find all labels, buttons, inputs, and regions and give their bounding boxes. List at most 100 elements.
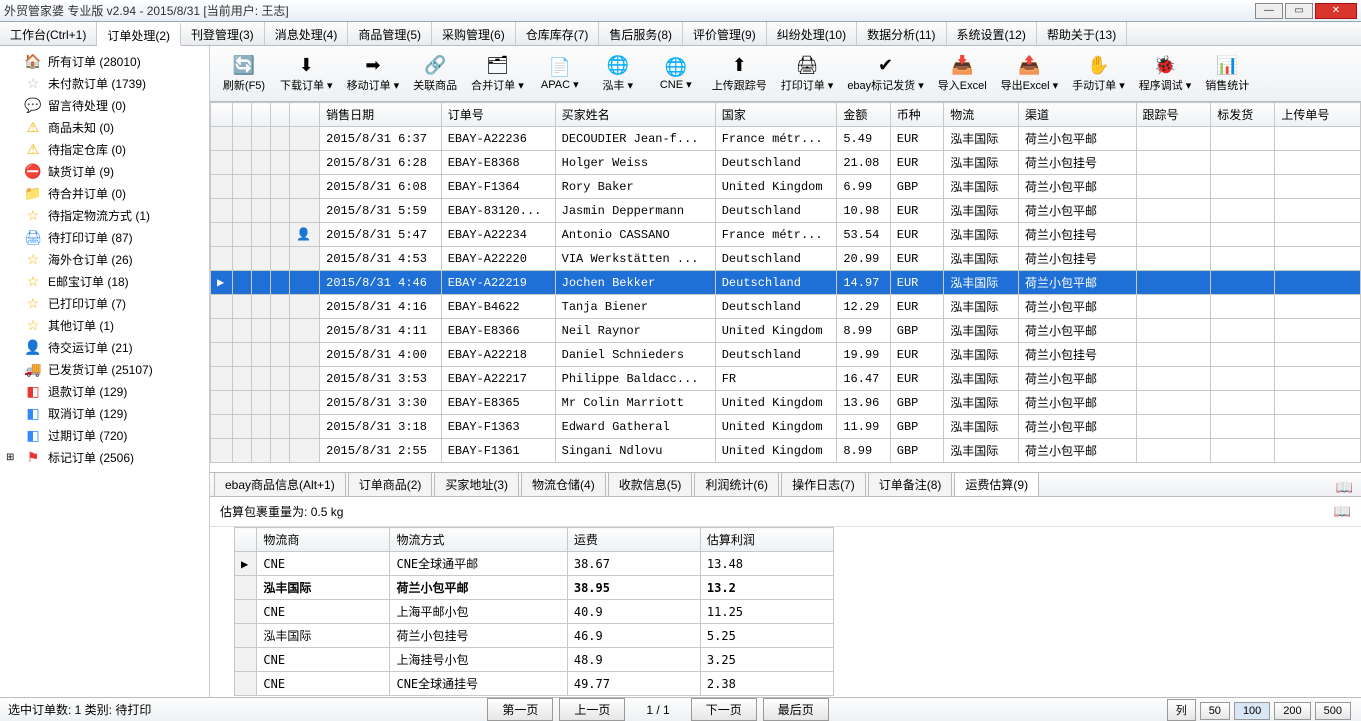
toolbar-button[interactable]: 🌐泓丰 ▾ — [590, 48, 646, 99]
ship-row[interactable]: CNE上海平邮小包40.911.25 — [235, 600, 834, 624]
toolbar-button[interactable]: 🐞程序调试 ▾ — [1133, 48, 1198, 99]
column-header[interactable]: 国家 — [715, 103, 837, 127]
detail-tab[interactable]: 订单商品(2) — [348, 472, 433, 496]
sidebar-item[interactable]: ☆已打印订单 (7) — [0, 292, 209, 314]
main-tab[interactable]: 商品管理(5) — [348, 22, 432, 45]
toolbar-button[interactable]: 🔄刷新(F5) — [216, 48, 272, 99]
order-row[interactable]: 2015/8/31 4:11EBAY-E8366Neil RaynorUnite… — [211, 319, 1361, 343]
column-header[interactable] — [251, 103, 270, 127]
ship-column-header[interactable]: 估算利润 — [700, 528, 833, 552]
book-icon[interactable]: 📖 — [1334, 503, 1351, 520]
order-row[interactable]: 2015/8/31 4:00EBAY-A22218Daniel Schniede… — [211, 343, 1361, 367]
sidebar-item[interactable]: 🏠所有订单 (28010) — [0, 50, 209, 72]
order-row[interactable]: 2015/8/31 3:30EBAY-E8365Mr Colin Marriot… — [211, 391, 1361, 415]
order-row[interactable]: 2015/8/31 3:18EBAY-F1363Edward GatheralU… — [211, 415, 1361, 439]
column-header[interactable]: 跟踪号 — [1136, 103, 1211, 127]
shipping-estimate-grid[interactable]: 物流商物流方式运费估算利润▶CNECNE全球通平邮38.6713.48泓丰国际荷… — [234, 527, 834, 696]
page-size-button[interactable]: 50 — [1200, 702, 1230, 720]
ship-column-header[interactable] — [235, 528, 257, 552]
column-header[interactable]: 金额 — [837, 103, 890, 127]
sidebar-item[interactable]: 🚚已发货订单 (25107) — [0, 358, 209, 380]
column-header[interactable]: 渠道 — [1018, 103, 1136, 127]
ship-column-header[interactable]: 物流方式 — [390, 528, 567, 552]
toolbar-button[interactable]: 🗂合并订单 ▾ — [465, 48, 530, 99]
ship-row[interactable]: ▶CNECNE全球通平邮38.6713.48 — [235, 552, 834, 576]
book-icon[interactable]: 📖 — [1336, 479, 1353, 496]
ship-row[interactable]: CNECNE全球通挂号49.772.38 — [235, 672, 834, 696]
detail-tab[interactable]: ebay商品信息(Alt+1) — [214, 472, 346, 496]
toolbar-button[interactable]: ⬇下载订单 ▾ — [274, 48, 339, 99]
maximize-button[interactable]: ▭ — [1285, 3, 1313, 19]
main-tab[interactable]: 刊登管理(3) — [181, 22, 265, 45]
main-tab[interactable]: 工作台(Ctrl+1) — [0, 22, 97, 45]
toolbar-button[interactable]: 🖨打印订单 ▾ — [775, 48, 840, 99]
next-page-button[interactable]: 下一页 — [691, 698, 757, 721]
ship-row[interactable]: 泓丰国际荷兰小包挂号46.95.25 — [235, 624, 834, 648]
toolbar-button[interactable]: 🌐CNE ▾ — [648, 48, 704, 99]
ship-column-header[interactable]: 物流商 — [257, 528, 390, 552]
detail-tab[interactable]: 运费估算(9) — [954, 472, 1039, 496]
sidebar-item[interactable]: ◧退款订单 (129) — [0, 380, 209, 402]
sidebar-item[interactable]: ⛔缺货订单 (9) — [0, 160, 209, 182]
column-header[interactable] — [290, 103, 320, 127]
main-tab[interactable]: 仓库库存(7) — [516, 22, 600, 45]
column-header[interactable] — [271, 103, 290, 127]
toolbar-button[interactable]: ✔ebay标记发货 ▾ — [841, 48, 929, 99]
sidebar-item[interactable]: ☆海外仓订单 (26) — [0, 248, 209, 270]
sidebar-item[interactable]: ⚠商品未知 (0) — [0, 116, 209, 138]
toolbar-button[interactable]: ➡移动订单 ▾ — [341, 48, 406, 99]
column-header[interactable]: 币种 — [890, 103, 943, 127]
main-tab[interactable]: 订单处理(2) — [97, 23, 181, 46]
detail-tab[interactable]: 订单备注(8) — [868, 472, 953, 496]
main-tab[interactable]: 售后服务(8) — [599, 22, 683, 45]
main-tab[interactable]: 系统设置(12) — [947, 22, 1037, 45]
column-header[interactable]: 标发货 — [1211, 103, 1275, 127]
ship-row[interactable]: 泓丰国际荷兰小包平邮38.9513.2 — [235, 576, 834, 600]
order-row[interactable]: 2015/8/31 2:55EBAY-F1361Singani NdlovuUn… — [211, 439, 1361, 463]
sidebar-item[interactable]: ☆其他订单 (1) — [0, 314, 209, 336]
ship-column-header[interactable]: 运费 — [567, 528, 700, 552]
orders-grid[interactable]: 销售日期订单号买家姓名国家金额币种物流渠道跟踪号标发货上传单号2015/8/31… — [210, 102, 1361, 473]
toolbar-button[interactable]: 📊销售统计 — [1199, 48, 1255, 99]
sidebar-item[interactable]: ☆未付款订单 (1739) — [0, 72, 209, 94]
page-size-button[interactable]: 100 — [1234, 702, 1270, 720]
order-row[interactable]: 2015/8/31 4:53EBAY-A22220VIA Werkstätten… — [211, 247, 1361, 271]
order-row[interactable]: ▶2015/8/31 4:46EBAY-A22219Jochen BekkerD… — [211, 271, 1361, 295]
column-header[interactable]: 销售日期 — [320, 103, 442, 127]
order-row[interactable]: 2015/8/31 3:53EBAY-A22217Philippe Baldac… — [211, 367, 1361, 391]
order-row[interactable]: 2015/8/31 5:59EBAY-83120...Jasmin Depper… — [211, 199, 1361, 223]
page-size-button[interactable]: 200 — [1274, 702, 1310, 720]
ship-row[interactable]: CNE上海挂号小包48.93.25 — [235, 648, 834, 672]
sidebar-item[interactable]: 📁待合并订单 (0) — [0, 182, 209, 204]
order-row[interactable]: 2015/8/31 6:37EBAY-A22236DECOUDIER Jean-… — [211, 127, 1361, 151]
column-header[interactable]: 订单号 — [441, 103, 555, 127]
column-header[interactable]: 上传单号 — [1275, 103, 1361, 127]
page-size-button[interactable]: 500 — [1315, 702, 1351, 720]
close-button[interactable]: ✕ — [1315, 3, 1357, 19]
main-tab[interactable]: 数据分析(11) — [857, 22, 946, 45]
main-tab[interactable]: 采购管理(6) — [432, 22, 516, 45]
main-tab[interactable]: 帮助关于(13) — [1037, 22, 1127, 45]
order-row[interactable]: 2015/8/31 6:08EBAY-F1364Rory BakerUnited… — [211, 175, 1361, 199]
sidebar-item[interactable]: ☆E邮宝订单 (18) — [0, 270, 209, 292]
sidebar-item[interactable]: ◧过期订单 (720) — [0, 424, 209, 446]
minimize-button[interactable]: — — [1255, 3, 1283, 19]
sidebar-item[interactable]: ◧取消订单 (129) — [0, 402, 209, 424]
sidebar-item[interactable]: ⊞⚑标记订单 (2506) — [0, 446, 209, 468]
detail-tab[interactable]: 物流仓储(4) — [521, 472, 606, 496]
column-header[interactable]: 买家姓名 — [555, 103, 715, 127]
sidebar-item[interactable]: 💬留言待处理 (0) — [0, 94, 209, 116]
toolbar-button[interactable]: 📄APAC ▾ — [532, 48, 588, 99]
toolbar-button[interactable]: ⬆上传跟踪号 — [706, 48, 773, 99]
order-row[interactable]: 2015/8/31 4:16EBAY-B4622Tanja BienerDeut… — [211, 295, 1361, 319]
order-row[interactable]: 2015/8/31 6:28EBAY-E8368Holger WeissDeut… — [211, 151, 1361, 175]
column-header[interactable] — [232, 103, 251, 127]
column-header[interactable]: 物流 — [944, 103, 1019, 127]
sidebar-item[interactable]: 👤待交运订单 (21) — [0, 336, 209, 358]
detail-tab[interactable]: 利润统计(6) — [694, 472, 779, 496]
page-size-button[interactable]: 列 — [1167, 699, 1196, 721]
order-row[interactable]: 👤2015/8/31 5:47EBAY-A22234Antonio CASSAN… — [211, 223, 1361, 247]
detail-tab[interactable]: 收款信息(5) — [608, 472, 693, 496]
toolbar-button[interactable]: 📤导出Excel ▾ — [995, 48, 1064, 99]
detail-tab[interactable]: 操作日志(7) — [781, 472, 866, 496]
